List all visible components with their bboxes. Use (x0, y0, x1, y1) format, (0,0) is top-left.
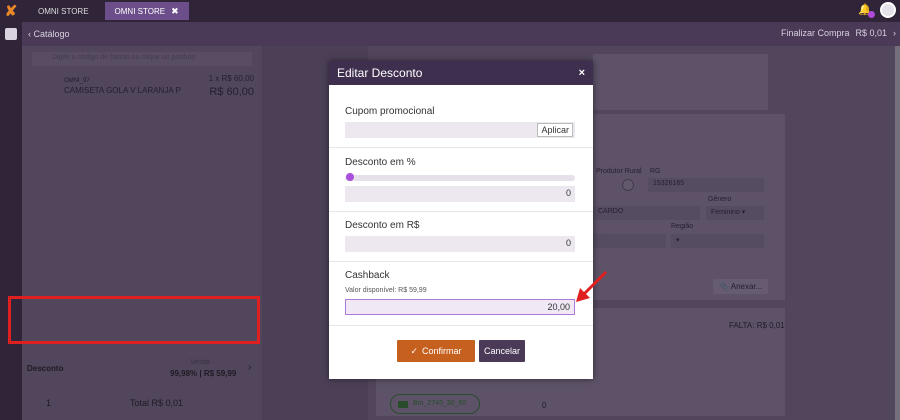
item-code: OMNI_97 (64, 78, 90, 84)
regiao-label: Região (671, 223, 694, 230)
back-to-catalog-button[interactable]: ‹ Catálogo (28, 29, 70, 39)
genero-label: Gênero (708, 196, 732, 203)
avatar[interactable] (880, 2, 896, 18)
payment-method-item[interactable]: Bm_2745_30_60 (390, 394, 480, 414)
genero-select[interactable]: Feminino ▾ (706, 206, 764, 220)
remaining-amount: FALTA: R$ 0,01 (729, 321, 785, 330)
item-price: R$ 60,00 (209, 86, 254, 98)
tab-omni-store-2[interactable]: OMNI STORE ✖ (104, 2, 189, 20)
item-qty: 1 x R$ 60,00 (208, 74, 254, 83)
tab-label: OMNI STORE (114, 6, 166, 16)
reais-input[interactable]: 0 (345, 236, 575, 252)
coupon-label: Cupom promocional (345, 106, 435, 117)
cart-quantity: 1 (46, 398, 52, 408)
bag-icon[interactable] (5, 28, 17, 40)
discount-label[interactable]: Desconto (27, 364, 63, 373)
payment-item-label: Bm_2745_30_60 (413, 400, 467, 407)
name-field[interactable]: CARDO (593, 206, 700, 220)
chevron-right-icon: › (893, 28, 896, 38)
modal-title: Editar Desconto (337, 66, 423, 80)
cart-total: Total R$ 0,01 (130, 398, 184, 408)
card-top (593, 54, 768, 110)
sub-bar: ‹ Catálogo Finalizar Compra R$ 0,01 › (22, 22, 900, 46)
percent-slider[interactable] (345, 173, 575, 181)
divider (329, 325, 593, 326)
barcode-search-input[interactable]: Digite o código de barras ou clique no p… (32, 52, 252, 66)
close-icon[interactable]: × (579, 67, 585, 79)
finalize-purchase-button[interactable]: Finalizar Compra R$ 0,01 › (781, 28, 896, 38)
rg-label: RG (650, 168, 661, 175)
confirm-button[interactable]: ✓ Confirmar (397, 340, 475, 362)
regiao-select[interactable]: ▾ (671, 234, 764, 248)
close-tab-icon[interactable]: ✖ (171, 6, 179, 17)
divider (329, 147, 593, 148)
finalize-label: Finalizar Compra (780, 28, 850, 38)
divider (329, 211, 593, 212)
slider-knob[interactable] (346, 173, 354, 181)
reais-label: Desconto em R$ (345, 220, 420, 231)
discount-value: 99,98% | R$ 59,99 (170, 369, 237, 378)
rg-field[interactable]: 15326165 (648, 178, 764, 192)
modal-body: Cupom promocional Aplicar Desconto em % … (329, 85, 593, 379)
discount-venda-label: Venda (190, 359, 210, 366)
cart-item[interactable]: OMNI_97 CAMISETA GOLA V LARANJA P 1 x R$… (32, 74, 254, 104)
attach-button[interactable]: 📎 Anexar... (713, 279, 769, 294)
app-logo-icon: ✘ (4, 3, 18, 20)
cashback-input[interactable]: 20,00 (345, 299, 575, 315)
annotation-arrow-icon (576, 270, 608, 302)
highlight-box (8, 296, 260, 344)
percent-input[interactable]: 0 (345, 186, 575, 202)
top-right-controls: 🔔 (858, 2, 896, 18)
finalize-value: R$ 0,01 (855, 28, 887, 38)
right-scrollbar[interactable] (895, 46, 900, 420)
divider (329, 261, 593, 262)
payment-icon (398, 401, 408, 408)
field[interactable] (593, 234, 666, 248)
coupon-input[interactable]: Aplicar (345, 122, 575, 138)
check-icon: ✓ (410, 345, 419, 356)
produtor-rural-radio[interactable] (622, 179, 634, 191)
item-name: CAMISETA GOLA V LARANJA P (64, 86, 181, 95)
cashback-label: Cashback (345, 270, 390, 281)
chevron-right-icon[interactable]: › (248, 362, 251, 373)
percent-label: Desconto em % (345, 157, 416, 168)
edit-discount-modal: Editar Desconto × Cupom promocional Apli… (329, 61, 593, 379)
tab-label: OMNI STORE (38, 6, 89, 16)
cashback-available: Valor disponível: R$ 59,99 (345, 287, 427, 294)
back-label: Catálogo (33, 29, 70, 39)
payment-item-value: 0 (542, 401, 547, 410)
tab-omni-store-1[interactable]: OMNI STORE (28, 2, 99, 20)
top-bar: ✘ OMNI STORE OMNI STORE ✖ 🔔 (0, 0, 900, 22)
modal-header: Editar Desconto × (329, 61, 593, 85)
left-rail (0, 22, 22, 420)
produtor-rural-label: Produtor Rural (596, 168, 642, 175)
notifications-icon[interactable]: 🔔 (858, 3, 875, 18)
attach-label: Anexar... (730, 282, 763, 291)
cancel-button[interactable]: Cancelar (479, 340, 525, 362)
apply-coupon-button[interactable]: Aplicar (537, 123, 573, 137)
notification-dot (868, 11, 875, 18)
confirm-label: Confirmar (422, 346, 462, 356)
genero-value: Feminino (711, 209, 740, 216)
